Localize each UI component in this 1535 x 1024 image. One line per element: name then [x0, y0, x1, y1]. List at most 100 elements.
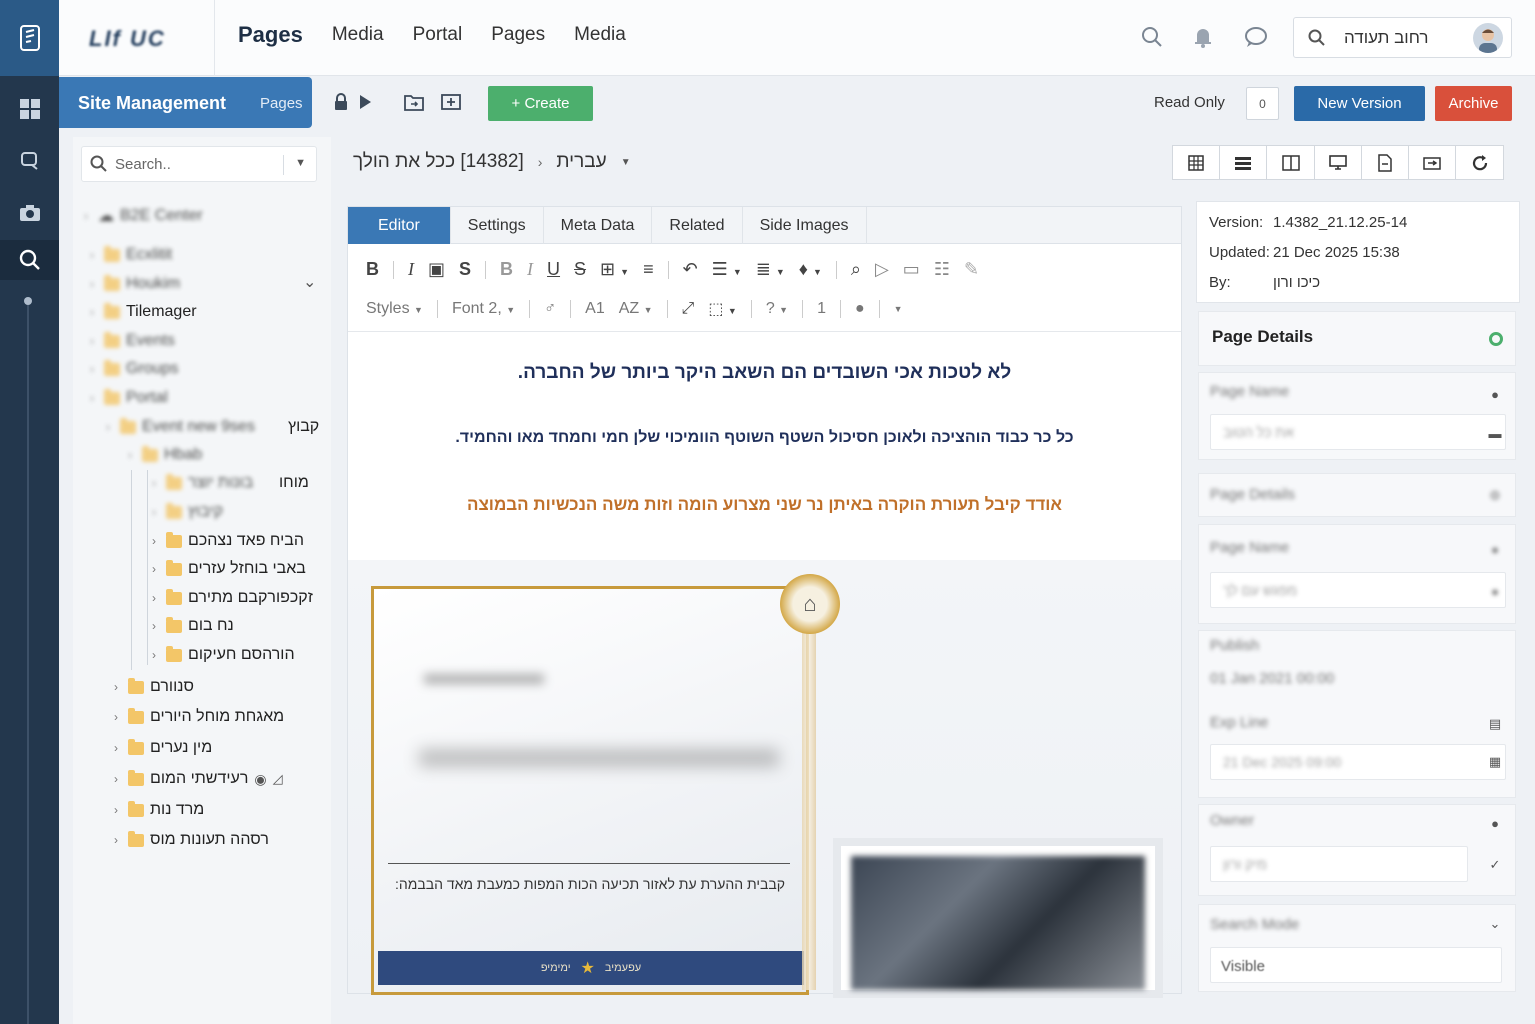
check-circle-icon[interactable]: ●	[855, 300, 865, 318]
pen-icon[interactable]: ✎	[964, 259, 979, 280]
search-mode-select[interactable]: Visible	[1210, 947, 1502, 983]
tree-item[interactable]: › באבי בוחזל עזרים	[148, 557, 306, 581]
bold-alt-icon[interactable]: B	[500, 259, 513, 280]
chevron-down-icon[interactable]: ▼	[894, 304, 903, 314]
chevron-down-icon[interactable]: ▼	[621, 157, 631, 168]
page-name2-input[interactable]: מפגש עם לך	[1210, 572, 1506, 608]
tab-meta-data[interactable]: Meta Data	[544, 207, 653, 244]
undo-icon[interactable]: ↶	[683, 259, 698, 280]
tree-item[interactable]: › Ecxlitit	[86, 243, 172, 267]
tree-item[interactable]: › Events	[86, 329, 175, 353]
site-management-tab[interactable]: Site Management Pages	[59, 77, 312, 128]
tree-item[interactable]: › רעידשתי המום ◉ ◿	[110, 767, 283, 791]
strike-icon[interactable]: S	[459, 259, 471, 280]
new-version-button[interactable]: New Version	[1294, 86, 1425, 121]
tree-item[interactable]: › סנוורם	[110, 675, 194, 699]
mic-icon[interactable]: ♦ ▼	[799, 259, 822, 280]
add-box-icon[interactable]	[441, 92, 461, 112]
tree-item[interactable]: › נח בום	[148, 614, 234, 638]
crop-icon[interactable]: ⬚ ▼	[708, 299, 736, 319]
tree-item[interactable]: › בונות יוצר מוחו	[148, 471, 309, 495]
tree-item[interactable]: › מאגחת מוחל היורים	[110, 705, 284, 729]
content-paragraph[interactable]: כל כר כבוד הוהציכה ולאוכן חסיכול השטף הש…	[348, 429, 1181, 447]
calendar-icon[interactable]: ▤	[1486, 715, 1504, 733]
search-icon[interactable]	[15, 245, 45, 275]
tree-item[interactable]: › קיבוץ	[148, 500, 223, 524]
certificate-image[interactable]: קבבית ההערת עת לאזור תכיעה הכות המפות כמ…	[371, 586, 809, 995]
tab-related[interactable]: Related	[652, 207, 743, 244]
list-icon[interactable]: ☰ ▼	[712, 259, 742, 280]
compare-icon[interactable]	[1409, 146, 1456, 179]
desktop-preview-icon[interactable]	[1315, 146, 1362, 179]
check-icon[interactable]: ✓	[1486, 856, 1504, 874]
play-icon[interactable]	[355, 92, 375, 112]
chevron-down-icon[interactable]: ⌄	[1486, 915, 1504, 933]
table-icon[interactable]: ⊞ ▼	[600, 259, 629, 280]
paste-icon[interactable]: ▣	[428, 259, 445, 280]
tab-settings[interactable]: Settings	[451, 207, 544, 244]
content-highlight[interactable]: אודד קיבל תעורת הוקרה באיתן נר שני מצרוע…	[348, 495, 1181, 515]
tree-item[interactable]: › Houkim	[86, 272, 180, 296]
split-view-icon[interactable]	[1267, 146, 1314, 179]
tree-item[interactable]: › זקכפורקבם מתירם	[148, 586, 313, 610]
text-size-icon[interactable]: A1	[585, 300, 605, 318]
font-dropdown[interactable]: Font 2, ▼	[452, 300, 515, 318]
archive-button[interactable]: Archive	[1435, 86, 1512, 121]
expire-input[interactable]: 21 Dec 2025 09:00	[1210, 744, 1506, 780]
tree-item[interactable]: › ☁ B2E Center	[80, 204, 203, 228]
strikethrough-icon[interactable]: S	[574, 259, 586, 280]
tab-side-images[interactable]: Side Images	[743, 207, 867, 244]
find-icon[interactable]: ⌕	[851, 259, 861, 280]
content-heading[interactable]: לא לטכות אכי השובדים הם השאב היקר ביותר …	[348, 362, 1181, 384]
one-icon[interactable]: 1	[817, 300, 826, 318]
italic-alt-icon[interactable]: I	[527, 259, 533, 280]
link-icon[interactable]: ♂	[544, 300, 556, 318]
calendar-icon[interactable]: ▦	[1486, 753, 1504, 771]
owner-select[interactable]: מיק ורון	[1210, 846, 1468, 882]
chat-icon[interactable]	[15, 146, 45, 176]
list-view-icon[interactable]	[1220, 146, 1267, 179]
bullet-list-icon[interactable]: ☷	[934, 259, 950, 280]
edit-icon[interactable]: ◿	[273, 771, 283, 787]
tree-item[interactable]: › Event new 9ses קבוץ	[102, 415, 319, 439]
tree-search-input[interactable]: Search.. ▼	[81, 146, 317, 182]
tree-item[interactable]: › הורהסם חעיקום	[148, 643, 295, 667]
avatar[interactable]	[1473, 23, 1503, 53]
tree-item[interactable]: › Hbab	[124, 443, 202, 467]
image-icon[interactable]: ▭	[903, 259, 920, 280]
document-icon[interactable]	[1362, 146, 1409, 179]
camera-icon[interactable]	[15, 198, 45, 228]
nav-pages-2[interactable]: Pages	[491, 24, 545, 46]
eye-icon[interactable]: ◉	[254, 771, 266, 788]
align-icon[interactable]: ≣ ▼	[756, 259, 785, 280]
tree-item[interactable]: › הביח פאד נצהכם	[148, 529, 304, 553]
tree-item[interactable]: › Groups	[86, 357, 178, 381]
user-menu[interactable]: רחוב תעודה	[1293, 17, 1512, 58]
fullscreen-icon[interactable]: ⤢	[682, 300, 695, 318]
bold-icon[interactable]: B	[366, 259, 379, 280]
grid-view-icon[interactable]	[1173, 146, 1220, 179]
tree-item[interactable]: › רסהה תעונות מוס	[110, 828, 269, 852]
align-justify-icon[interactable]: ≡	[643, 259, 654, 280]
nav-pages[interactable]: Pages	[238, 22, 303, 48]
underline-icon[interactable]: U	[547, 259, 560, 280]
tree-item[interactable]: › מרד נות	[110, 798, 204, 822]
page-name-input[interactable]: את כל הטוב	[1210, 414, 1506, 450]
chevron-down-icon[interactable]: ⌄	[303, 270, 316, 294]
message-icon[interactable]	[1243, 24, 1269, 50]
language-select[interactable]: עברית	[556, 151, 606, 173]
bell-icon[interactable]	[1190, 24, 1216, 50]
event-photo[interactable]	[833, 838, 1163, 998]
tree-item[interactable]: › Tilemager	[86, 300, 197, 324]
tree-item[interactable]: › Portal	[86, 386, 168, 410]
italic-icon[interactable]: I	[408, 259, 414, 280]
tree-item[interactable]: › מין נערים	[110, 736, 212, 760]
tab-editor[interactable]: Editor	[348, 207, 451, 244]
sort-icon[interactable]: AZ ▼	[619, 300, 653, 318]
readonly-toggle[interactable]: 0	[1246, 87, 1279, 120]
move-file-icon[interactable]	[404, 92, 424, 112]
create-button[interactable]: + Create	[488, 86, 593, 121]
dashboard-icon[interactable]	[15, 94, 45, 124]
styles-dropdown[interactable]: Styles ▼	[366, 300, 423, 318]
app-logo[interactable]	[0, 0, 59, 76]
